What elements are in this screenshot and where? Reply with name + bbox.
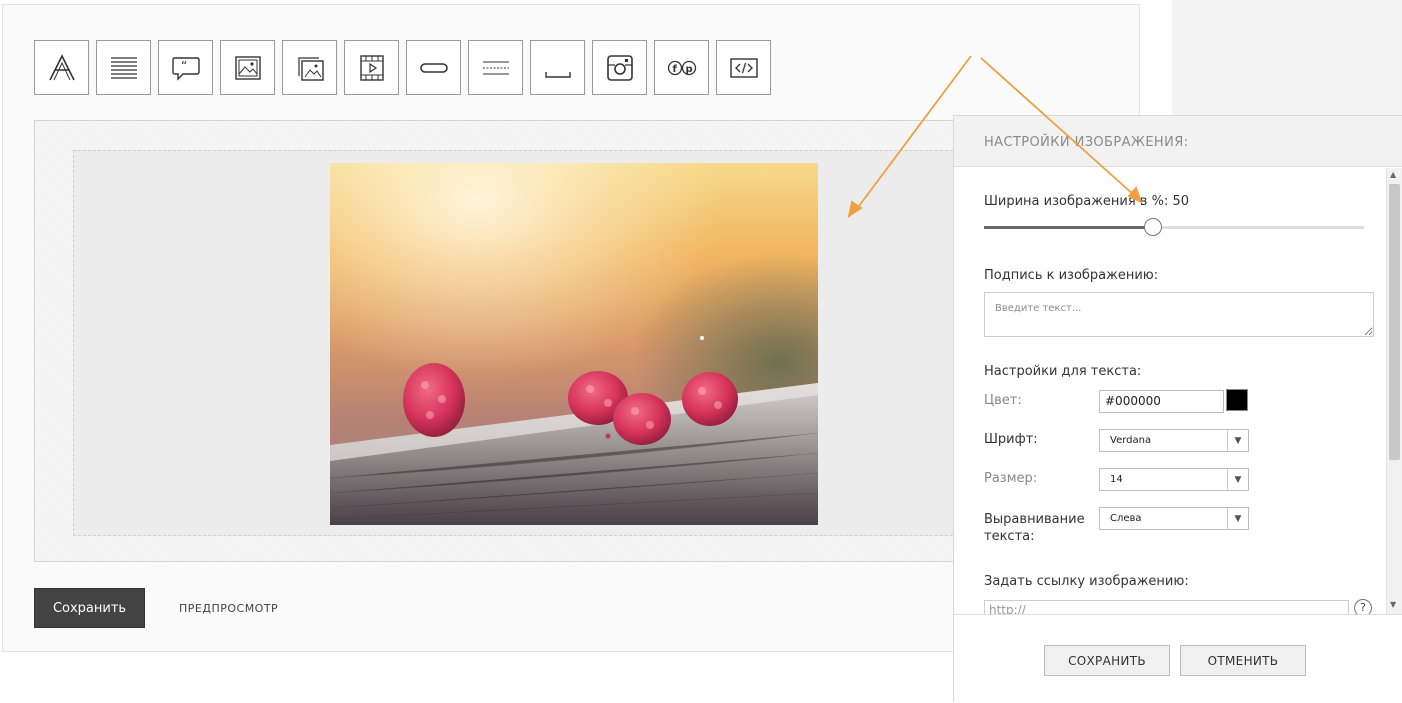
caption-input[interactable] bbox=[984, 292, 1374, 337]
svg-text:“: “ bbox=[181, 59, 187, 73]
font-label: Шрифт: bbox=[984, 432, 1038, 447]
panel-footer: СОХРАНИТЬ ОТМЕНИТЬ bbox=[954, 614, 1402, 703]
link-label: Задать ссылку изображению: bbox=[984, 574, 1189, 589]
tool-button[interactable] bbox=[406, 40, 461, 95]
tool-quote[interactable]: “ bbox=[158, 40, 213, 95]
color-label: Цвет: bbox=[984, 393, 1022, 408]
tool-code[interactable] bbox=[716, 40, 771, 95]
tool-instagram[interactable] bbox=[592, 40, 647, 95]
gallery-icon bbox=[297, 56, 324, 81]
slider-thumb[interactable] bbox=[1144, 218, 1163, 236]
slider-fill bbox=[984, 226, 1154, 229]
panel-cancel-button[interactable]: ОТМЕНИТЬ bbox=[1180, 645, 1306, 676]
panel-save-button[interactable]: СОХРАНИТЬ bbox=[1044, 645, 1170, 676]
align-label: Выравнивание текста: bbox=[984, 512, 1085, 544]
svg-text:f: f bbox=[672, 64, 677, 75]
align-select-value: Слева bbox=[1110, 513, 1142, 524]
size-label: Размер: bbox=[984, 471, 1038, 486]
align-select[interactable]: Слева ▼ bbox=[1099, 507, 1249, 530]
tool-gallery[interactable] bbox=[282, 40, 337, 95]
tool-social[interactable]: fp bbox=[654, 40, 709, 95]
panel-scrollbar[interactable]: ▲ ▼ bbox=[1386, 168, 1402, 614]
image-icon bbox=[234, 55, 261, 80]
image-settings-panel: НАСТРОЙКИ ИЗОБРАЖЕНИЯ: Ширина изображени… bbox=[953, 115, 1402, 703]
tool-video[interactable] bbox=[344, 40, 399, 95]
scroll-thumb[interactable] bbox=[1389, 184, 1400, 460]
size-select[interactable]: 14 ▼ bbox=[1099, 468, 1249, 491]
color-swatch[interactable] bbox=[1226, 389, 1248, 411]
panel-title: НАСТРОЙКИ ИЗОБРАЖЕНИЯ: bbox=[984, 135, 1189, 150]
tool-paragraph[interactable] bbox=[96, 40, 151, 95]
font-select[interactable]: Verdana ▼ bbox=[1099, 429, 1249, 452]
tool-text[interactable] bbox=[34, 40, 89, 95]
editor-canvas bbox=[34, 120, 1113, 562]
raspberries-photo[interactable] bbox=[330, 163, 818, 525]
photo-image bbox=[330, 163, 818, 525]
scroll-down-icon[interactable]: ▼ bbox=[1390, 600, 1396, 609]
chevron-down-icon: ▼ bbox=[1227, 430, 1248, 451]
color-input[interactable]: #000000 bbox=[1099, 390, 1224, 413]
chevron-down-icon: ▼ bbox=[1227, 469, 1248, 490]
code-icon bbox=[729, 57, 758, 78]
tool-spacer[interactable] bbox=[530, 40, 585, 95]
svg-text:p: p bbox=[685, 64, 692, 75]
width-label: Ширина изображения в %: 50 bbox=[984, 194, 1190, 209]
caption-label: Подпись к изображению: bbox=[984, 268, 1159, 283]
scroll-up-icon[interactable]: ▲ bbox=[1390, 170, 1396, 179]
size-select-value: 14 bbox=[1110, 474, 1123, 485]
help-icon[interactable]: ? bbox=[1354, 599, 1372, 614]
divider-icon bbox=[482, 60, 509, 75]
width-slider[interactable] bbox=[984, 218, 1364, 236]
button-icon bbox=[419, 62, 448, 73]
tool-image[interactable] bbox=[220, 40, 275, 95]
preview-link[interactable]: ПРЕДПРОСМОТР bbox=[179, 602, 278, 615]
paragraph-icon bbox=[110, 56, 137, 79]
quote-icon: “ bbox=[171, 56, 200, 81]
save-button[interactable]: Сохранить bbox=[34, 588, 145, 628]
instagram-icon bbox=[606, 54, 633, 81]
chevron-down-icon: ▼ bbox=[1227, 508, 1248, 529]
panel-header: НАСТРОЙКИ ИЗОБРАЖЕНИЯ: bbox=[954, 116, 1402, 167]
spacer-icon bbox=[544, 71, 571, 78]
panel-body: Ширина изображения в %: 50 Подпись к изо… bbox=[954, 168, 1386, 614]
text-icon bbox=[48, 53, 75, 80]
link-input[interactable]: http:// bbox=[984, 600, 1349, 614]
facebook-pinterest-icon: fp bbox=[667, 60, 696, 75]
text-settings-label: Настройки для текста: bbox=[984, 364, 1142, 379]
font-select-value: Verdana bbox=[1110, 435, 1152, 446]
tool-divider[interactable] bbox=[468, 40, 523, 95]
video-icon bbox=[359, 54, 384, 81]
